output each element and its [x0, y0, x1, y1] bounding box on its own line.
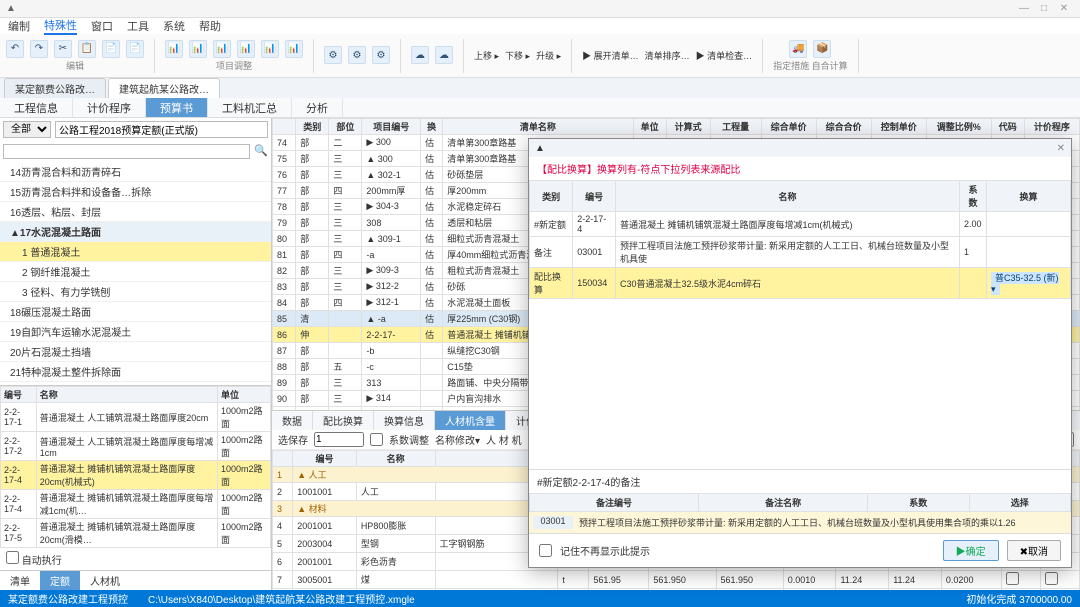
list-row[interactable]: 2-2-17-5普通混凝土 摊铺机铺筑混凝土路面厚度20cm(滑模…1000m2…: [1, 519, 271, 548]
filter-input[interactable]: [3, 144, 250, 159]
dlg-icon: ▲: [535, 143, 545, 154]
fn-tab[interactable]: 工料机汇总: [208, 98, 292, 117]
ribbon-icon[interactable]: 📊: [285, 40, 303, 58]
close-button[interactable]: ✕: [1054, 3, 1074, 14]
status-total: 初始化完成 3700000.00: [966, 591, 1072, 606]
fn-tab[interactable]: 工程信息: [0, 98, 73, 117]
bottom-tab[interactable]: 换算信息: [374, 411, 435, 430]
fn-tab[interactable]: 分析: [292, 98, 343, 117]
leftfoot-tab[interactable]: 清单: [0, 571, 40, 590]
tree-item[interactable]: 16透层、粘层、封层: [0, 202, 271, 222]
ribbon-txt[interactable]: ▶ 清单检查…: [696, 49, 753, 62]
tree-item[interactable]: ▲17水泥混凝土路面: [0, 222, 271, 242]
ribbon-icon[interactable]: 🚚: [789, 40, 807, 58]
list-row[interactable]: 2-2-17-4普通混凝土 摊铺机铺筑混凝土路面厚度每增减1cm(机…1000m…: [1, 490, 271, 519]
tree-item[interactable]: 15沥青混合料拌和设备备…拆除: [0, 182, 271, 202]
autoexec-check[interactable]: [6, 551, 19, 564]
ribbon-icon[interactable]: 📊: [237, 40, 255, 58]
tree-item[interactable]: 1 普通混凝土: [0, 242, 271, 262]
tree-item[interactable]: 14沥青混合料和沥青碎石: [0, 162, 271, 182]
bottom-tab[interactable]: 配比换算: [313, 411, 374, 430]
ribbon-icon[interactable]: ☁: [411, 46, 429, 64]
ribbon-icon[interactable]: ↷: [30, 40, 48, 58]
ribbon-txt[interactable]: ▶ 展开清单…: [582, 49, 639, 62]
list-row[interactable]: 2-2-17-2普通混凝土 人工铺筑混凝土路面厚度每增减1cm1000m2路面: [1, 432, 271, 461]
ribbon-icon[interactable]: 📊: [165, 40, 183, 58]
dlg-cancel[interactable]: ✖取消: [1007, 540, 1061, 561]
dlg-ok[interactable]: ▶确定: [943, 540, 999, 561]
list-row[interactable]: 2-2-17-1普通混凝土 人工铺筑混凝土路面厚度20cm1000m2路面: [1, 403, 271, 432]
ribbon-icon[interactable]: ⚙: [324, 46, 342, 64]
ribbon-icon[interactable]: 📊: [213, 40, 231, 58]
sys-check[interactable]: [370, 433, 383, 446]
fn-tab[interactable]: 预算书: [146, 98, 208, 117]
leftfoot-tab[interactable]: 人材机: [80, 571, 130, 590]
dlg-hint: 【配比换算】换算列有-符点下拉列表来源配比: [529, 157, 1071, 180]
fn-tab[interactable]: 计价程序: [73, 98, 146, 117]
menu-0[interactable]: 编制: [8, 18, 30, 34]
ratio-drop[interactable]: 普C35-32.5 (新) ▾: [991, 272, 1059, 295]
ribbon-txt[interactable]: 清单排序…: [645, 49, 690, 62]
ratio-dialog: ▲ ✕ 【配比换算】换算列有-符点下拉列表来源配比 类别编号名称系数换算#新定额…: [528, 138, 1072, 568]
tree-item[interactable]: 19自卸汽车运输水泥混凝土: [0, 322, 271, 342]
ribbon-txt[interactable]: 下移 ▸: [505, 49, 530, 62]
dlg-close[interactable]: ✕: [1057, 143, 1065, 154]
leftfoot-tab[interactable]: 定额: [40, 571, 80, 590]
dlg-note: 03001 预拌工程项目法施工预拌砂浆带计量: 新采用定额的人工工日、机械台班数…: [529, 512, 1071, 533]
ribbon-icon[interactable]: 📦: [813, 40, 831, 58]
ribbon-icon[interactable]: 📋: [78, 40, 96, 58]
menu-2[interactable]: 窗口: [91, 18, 113, 34]
dlg-remember[interactable]: [539, 544, 552, 557]
ribbon-icon[interactable]: ✂: [54, 40, 72, 58]
scope-select[interactable]: 全部: [3, 121, 51, 138]
tree-item[interactable]: 2 钢纤维混凝土: [0, 262, 271, 282]
dlg-row[interactable]: #新定额2-2-17-4普通混凝土 摊铺机铺筑混凝土路面厚度每增减1cm(机械式…: [530, 212, 1071, 237]
status-proj: 某定额费公路改建工程预控: [8, 591, 128, 606]
menu-4[interactable]: 系统: [163, 18, 185, 34]
menu-5[interactable]: 帮助: [199, 18, 221, 34]
tree-item[interactable]: 20片石混凝土挡墙: [0, 342, 271, 362]
keep-input[interactable]: [314, 432, 364, 447]
namemod-drop[interactable]: 名称修改▾: [435, 432, 480, 447]
search-input[interactable]: [55, 121, 268, 138]
tree-item[interactable]: 21特种混凝土整件拆除面: [0, 362, 271, 382]
mat-row[interactable]: 83005004水m32.722.7202.72081.681.630.0000: [273, 589, 1080, 591]
menu-3[interactable]: 工具: [127, 18, 149, 34]
autoexec-label: 自动执行: [22, 556, 62, 567]
mat-row[interactable]: 73005001煤t561.95561.950561.9500.001011.2…: [273, 571, 1080, 589]
bottom-tab[interactable]: 人材机含量: [435, 411, 506, 430]
doc-tab[interactable]: 某定额费公路改…: [4, 78, 106, 98]
ribbon-icon[interactable]: ↶: [6, 40, 24, 58]
ribbon-icon[interactable]: ☁: [435, 46, 453, 64]
bottom-tab[interactable]: 数据: [272, 411, 313, 430]
tree-item[interactable]: 18碾压混凝土路面: [0, 302, 271, 322]
dlg-row[interactable]: 配比换算150034C30普通混凝土32.5级水泥4cm碎石普C35-32.5 …: [530, 268, 1071, 299]
dlg-section: #新定额2-2-17-4的备注: [537, 478, 640, 489]
search-icon[interactable]: 🔍: [254, 144, 268, 159]
list-row[interactable]: 2-2-17-4普通混凝土 摊铺机铺筑混凝土路面厚度20cm(机械式)1000m…: [1, 461, 271, 490]
menu-1[interactable]: 特殊性: [44, 17, 77, 35]
ribbon-icon[interactable]: 📊: [261, 40, 279, 58]
ribbon-icon[interactable]: 📊: [189, 40, 207, 58]
status-path: C:\Users\X840\Desktop\建筑起航某公路改建工程预控.xmgl…: [148, 591, 415, 606]
keep-label: 选保存: [278, 432, 308, 447]
ribbon-icon[interactable]: ⚙: [348, 46, 366, 64]
min-button[interactable]: —: [1014, 3, 1034, 14]
ribbon-txt[interactable]: 上移 ▸: [474, 49, 499, 62]
max-button[interactable]: □: [1034, 3, 1054, 14]
ribbon-icon[interactable]: 📄: [126, 40, 144, 58]
ribbon-icon[interactable]: 📄: [102, 40, 120, 58]
ribbon-icon[interactable]: ⚙: [372, 46, 390, 64]
tree-item[interactable]: 3 径料、有力学铣刨: [0, 282, 271, 302]
ribbon-txt[interactable]: 升级 ▸: [536, 49, 561, 62]
dlg-row[interactable]: 备注03001预拌工程项目法施工预拌砂浆带计量: 新采用定额的人工工日、机械台班…: [530, 237, 1071, 268]
app-icon: ▲: [6, 3, 16, 14]
doc-tab[interactable]: 建筑起航某公路改…: [108, 78, 220, 98]
